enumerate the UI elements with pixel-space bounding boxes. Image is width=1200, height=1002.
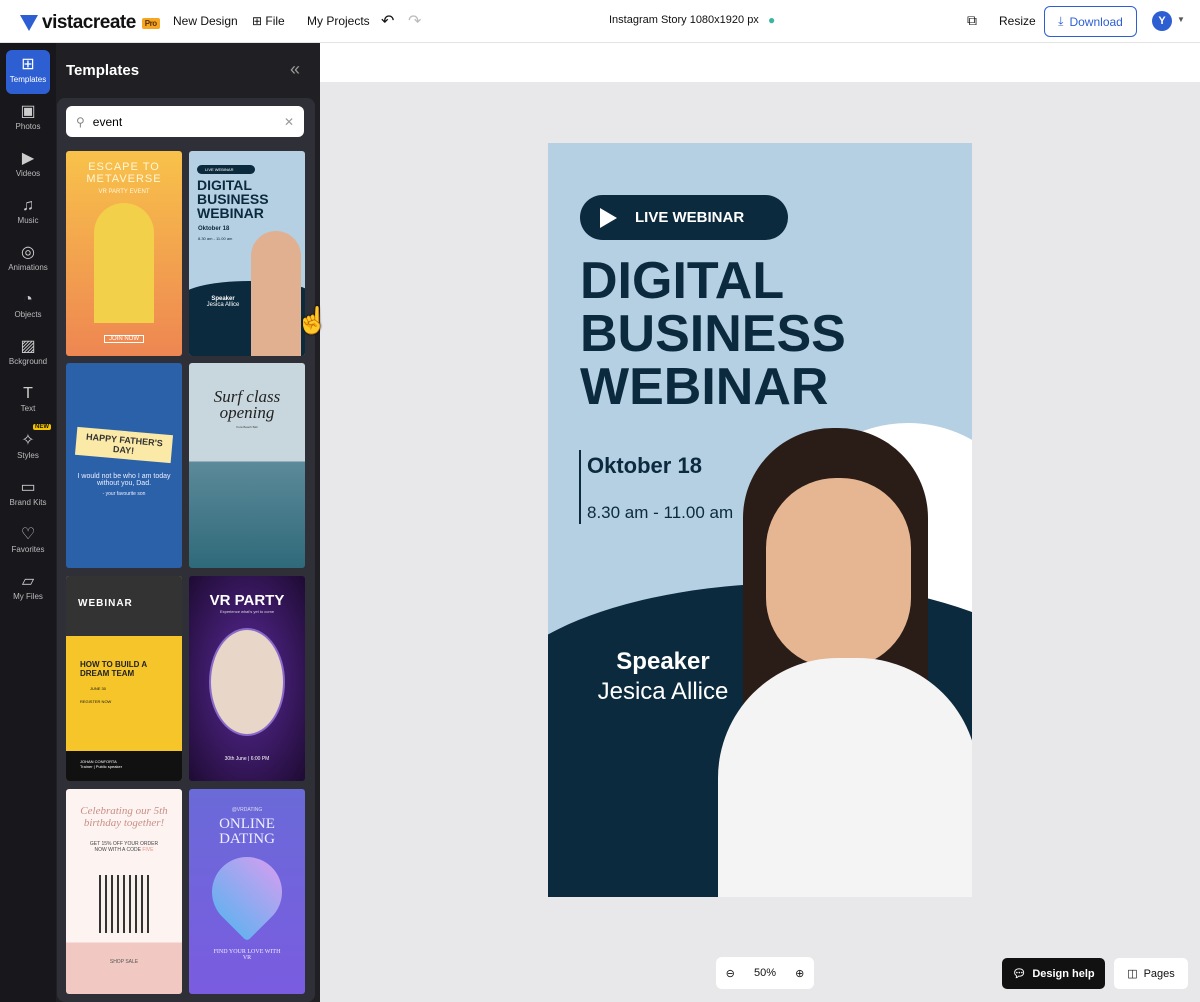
new-badge: NEW [33, 424, 51, 430]
rail-item-animations[interactable]: ◎ Animations [6, 238, 50, 282]
rail-item-music[interactable]: ♫ Music [6, 191, 50, 235]
rail-item-photos[interactable]: ▣ Photos [6, 97, 50, 141]
speaker-block[interactable]: Speaker Jesica Allice [578, 648, 748, 706]
rail-item-styles[interactable]: ✧ Styles NEW [6, 424, 51, 470]
hand-cursor-icon: ☝ [296, 305, 329, 335]
download-icon: ⤓ [1058, 14, 1064, 28]
undo-icon[interactable]: ↶ [381, 11, 394, 31]
shapes-icon: ◔ [23, 291, 33, 308]
text-icon: T [23, 385, 33, 402]
grid-icon: ⊞ [252, 14, 266, 28]
rail-item-my-files[interactable]: ▱ My Files [6, 567, 50, 611]
template-fathers-day[interactable]: HAPPY FATHER'S DAY! I would not be who I… [66, 363, 182, 568]
search-field[interactable]: ⚲ ✕ [66, 106, 304, 137]
event-date[interactable]: Oktober 18 [587, 453, 702, 479]
image-icon: ▣ [20, 103, 36, 120]
canvas-toolbar [320, 43, 1200, 82]
pro-badge: Pro [141, 17, 160, 29]
speaker-photo [251, 231, 301, 356]
rail-item-brand-kits[interactable]: ▭ Brand Kits [6, 473, 50, 517]
design-canvas[interactable]: LIVE WEBINAR DIGITAL BUSINESS WEBINAR Okto… [548, 143, 972, 897]
play-icon [600, 207, 617, 228]
document-title[interactable]: Instagram Story 1080x1920 px [609, 14, 759, 26]
rail-item-text[interactable]: T Text [6, 379, 50, 423]
vr-woman-image [94, 203, 154, 323]
my-projects-button[interactable]: My Projects [307, 14, 370, 28]
template-vr-party[interactable]: VR PARTY Experience what's yet to come 3… [189, 576, 305, 781]
rail-item-templates[interactable]: ⊞ Templates [6, 50, 50, 94]
collapse-icon[interactable]: « [290, 59, 300, 80]
music-icon: ♫ [22, 197, 34, 214]
search-input[interactable] [92, 114, 276, 129]
template-birthday[interactable]: Celebrating our 5th birthday together! G… [66, 789, 182, 994]
template-dream-team[interactable]: WEBINAR HOW TO BUILD A DREAM TEAM JUNE 3… [66, 576, 182, 781]
redo-icon[interactable]: ↷ [408, 11, 421, 31]
pages-button[interactable]: ◫ Pages [1114, 958, 1188, 989]
heart-icon: ♡ [20, 526, 36, 543]
stripes-icon: ▨ [20, 338, 36, 355]
chevron-down-icon[interactable]: ▼ [1177, 15, 1185, 24]
zoom-control: ⊖ 50% ⊕ [716, 957, 814, 989]
rail-item-bckground[interactable]: ▨ Bckground [6, 332, 50, 376]
resize-button[interactable]: Resize [999, 14, 1036, 28]
template-escape-metaverse[interactable]: ESCAPE TO METAVERSE VR PARTY EVENT JOIN … [66, 151, 182, 356]
folder-icon: ▱ [21, 573, 35, 590]
zoom-level[interactable]: 50% [754, 967, 776, 979]
zoom-out-icon[interactable]: ⊖ [726, 967, 735, 980]
play-icon: ▶ [21, 150, 35, 167]
rail-item-objects[interactable]: ◔ Objects [6, 285, 50, 329]
cake-illustration [99, 875, 149, 933]
new-design-button[interactable]: New Design [173, 14, 238, 28]
top-bar: vistacreate Pro New Design ⊞ File My Proj… [0, 0, 1200, 43]
present-icon[interactable]: ⧉ [967, 12, 977, 29]
briefcase-icon: ▭ [20, 479, 36, 496]
headline[interactable]: DIGITAL BUSINESS WEBINAR [580, 255, 846, 414]
left-rail: ⊞ Templates ▣ Photos ▶ Videos ♫ Music ◎ Animation… [0, 43, 56, 1002]
rail-item-videos[interactable]: ▶ Videos [6, 144, 50, 188]
download-button[interactable]: ⤓ Download [1044, 6, 1137, 37]
cloud-saved-icon: ● [768, 13, 776, 27]
template-online-dating[interactable]: @VRDATING ONLINE DATING FIND YOUR LOVE W… [189, 789, 305, 994]
template-digital-webinar[interactable]: LIVE WEBINAR DIGITAL BUSINESS WEBINAR Ok… [189, 151, 305, 356]
vistacreate-logo[interactable]: vistacreate Pro [20, 12, 160, 34]
avatar[interactable]: Y [1152, 11, 1172, 31]
design-help-button[interactable]: 💬︎ Design help [1002, 958, 1105, 989]
animation-icon: ◎ [21, 244, 35, 261]
sparkle-icon: ✧ [21, 432, 35, 449]
grid-icon: ⊞ [21, 56, 35, 73]
chat-icon: 💬︎ [1012, 968, 1027, 980]
templates-panel: Templates « ⚲ ✕ ESCAPE TO METAVERSE VR P… [56, 43, 328, 1002]
rail-item-favorites[interactable]: ♡ Favorites [6, 520, 50, 564]
file-menu[interactable]: ⊞ File [252, 14, 285, 28]
template-surf-class[interactable]: Surf class opening Kuta Beach Bali [189, 363, 305, 568]
zoom-in-icon[interactable]: ⊕ [795, 967, 804, 980]
clear-icon[interactable]: ✕ [284, 115, 294, 129]
heart-photo [197, 842, 297, 942]
search-icon: ⚲ [76, 114, 85, 129]
panel-title: Templates [66, 62, 140, 79]
pages-icon: ◫ [1127, 968, 1138, 980]
live-webinar-badge[interactable]: LIVE WEBINAR [580, 195, 788, 240]
